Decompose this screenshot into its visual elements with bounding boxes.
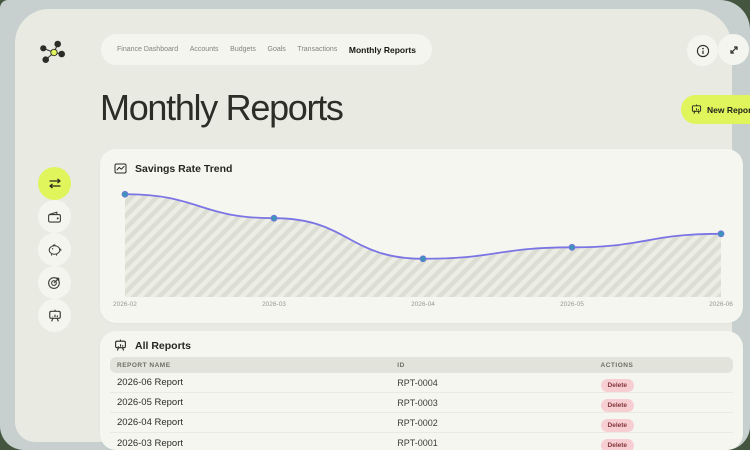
delete-button[interactable]: Delete xyxy=(600,378,635,392)
data-point-2026-03 xyxy=(270,214,278,222)
x-tick-label: 2026-04 xyxy=(411,301,435,308)
savings-rate-trend-card: Savings Rate Trend 2026-02 2026-03 2026-04… xyxy=(100,149,743,323)
table-header-row: REPORT NAME ID ACTIONS xyxy=(110,357,733,373)
report-id: RPT-0002 xyxy=(397,417,438,428)
new-report-button[interactable]: New Report xyxy=(681,95,750,124)
info-button[interactable] xyxy=(687,35,718,66)
sidebar-item-goals[interactable] xyxy=(38,266,71,299)
column-header-id: ID xyxy=(397,361,405,369)
data-point-2026-02 xyxy=(121,190,129,198)
presentation-board-icon xyxy=(48,309,61,322)
target-icon xyxy=(48,277,60,289)
savings-trend-plot xyxy=(121,190,725,297)
table-row: 2026-03 Report RPT-0001 Delete xyxy=(110,433,733,450)
expand-button[interactable] xyxy=(718,34,749,65)
trend-area-fill xyxy=(125,194,721,297)
app-logo-icon xyxy=(40,40,65,63)
table-row: 2026-06 Report RPT-0004 Delete xyxy=(110,373,733,393)
chart-title: Savings Rate Trend xyxy=(135,162,233,175)
x-tick-label: 2026-03 xyxy=(262,301,286,308)
report-name: 2026-05 Report xyxy=(117,397,184,408)
data-point-2026-06 xyxy=(717,230,725,238)
nav-tabs: Finance Dashboard Accounts Budgets Goals Tra… xyxy=(101,34,432,65)
sidebar-item-transactions[interactable] xyxy=(38,167,71,200)
data-point-2026-05 xyxy=(568,243,576,251)
sidebar-item-accounts[interactable] xyxy=(38,200,71,233)
report-id: RPT-0001 xyxy=(397,438,438,448)
all-reports-card: All Reports REPORT NAME ID ACTIONS 2026-06… xyxy=(100,331,743,450)
table-row: 2026-05 Report RPT-0003 Delete xyxy=(110,393,733,413)
report-name: 2026-03 Report xyxy=(117,437,184,449)
data-point-2026-04 xyxy=(419,255,427,263)
page-title: Monthly Reports xyxy=(100,87,344,128)
nav-item-goals[interactable]: Goals xyxy=(268,46,286,53)
delete-button[interactable]: Delete xyxy=(600,439,635,450)
main-panel: Finance Dashboard Accounts Budgets Goals Tra… xyxy=(15,9,750,450)
table-row: 2026-04 Report RPT-0002 Delete xyxy=(110,413,733,433)
swap-arrows-icon xyxy=(48,178,61,189)
x-tick-label: 2026-05 xyxy=(560,301,584,308)
column-header-report-name: REPORT NAME xyxy=(117,361,171,369)
expand-icon xyxy=(729,45,738,54)
info-icon xyxy=(696,44,709,57)
line-chart-icon xyxy=(114,163,127,174)
piggy-bank-icon xyxy=(48,243,61,256)
nav-item-finance-dashboard[interactable]: Finance Dashboard xyxy=(117,46,178,53)
wallet-icon xyxy=(48,210,61,223)
table-body: 2026-06 Report RPT-0004 Delete 2026-05 Repo… xyxy=(110,373,733,450)
report-board-icon xyxy=(691,104,702,114)
sidebar-item-budgets[interactable] xyxy=(38,233,71,266)
presentation-board-icon xyxy=(115,339,126,351)
sidebar-item-reports[interactable] xyxy=(38,299,71,332)
column-header-actions: ACTIONS xyxy=(600,361,634,369)
report-id: RPT-0004 xyxy=(397,377,438,388)
new-report-label: New Report xyxy=(707,104,750,115)
x-tick-label: 2026-06 xyxy=(709,301,733,308)
table-title: All Reports xyxy=(135,339,192,352)
x-tick-label: 2026-02 xyxy=(113,301,137,308)
nav-item-transactions[interactable]: Transactions xyxy=(297,46,337,53)
sidebar xyxy=(38,167,72,332)
nav-item-budgets[interactable]: Budgets xyxy=(230,46,256,53)
report-id: RPT-0003 xyxy=(397,397,438,408)
nav-item-accounts[interactable]: Accounts xyxy=(190,46,219,53)
report-name: 2026-04 Report xyxy=(117,417,184,428)
delete-button[interactable]: Delete xyxy=(600,418,635,432)
nav-item-monthly-reports[interactable]: Monthly Reports xyxy=(349,45,416,55)
report-name: 2026-06 Report xyxy=(117,377,184,388)
delete-button[interactable]: Delete xyxy=(600,398,635,412)
chart-x-axis-labels: 2026-02 2026-03 2026-04 2026-05 2026-06 xyxy=(113,301,733,310)
